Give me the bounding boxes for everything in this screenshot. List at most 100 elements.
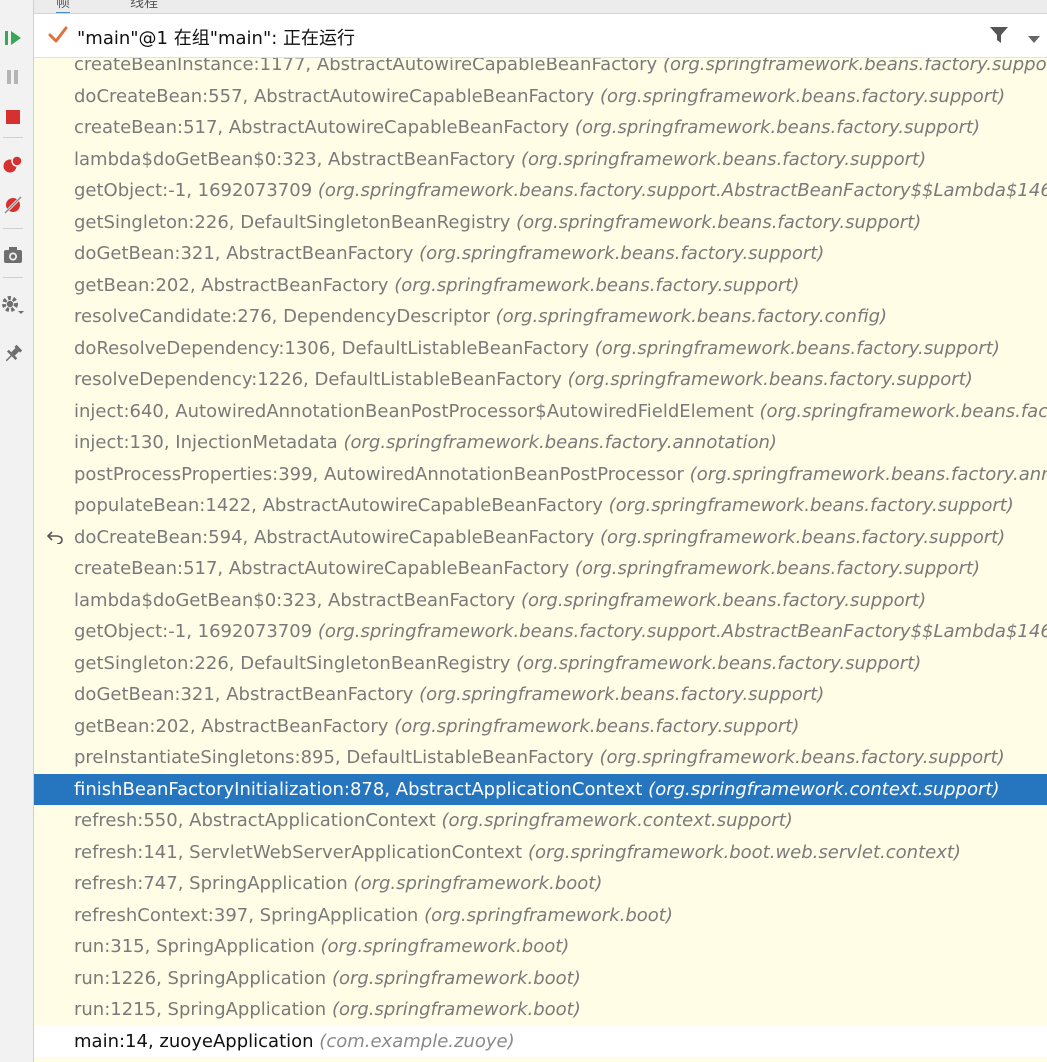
frame-method: run:1226, SpringApplication xyxy=(74,967,327,989)
frame-method: getSingleton:226, DefaultSingletonBeanRe… xyxy=(74,652,511,674)
frame-method: refresh:747, SpringApplication xyxy=(74,873,348,894)
frame-row[interactable]: lambda$doGetBean$0:323, AbstractBeanFact… xyxy=(34,585,1047,617)
frame-row[interactable]: doGetBean:321, AbstractBeanFactory (org.… xyxy=(34,679,1047,711)
frame-package: (org.springframework.beans.factory.suppo… xyxy=(520,589,927,611)
frames-container: createBeanInstance:1177, AbstractAutowir… xyxy=(34,58,1047,1057)
frame-package: (org.springframework.beans.factory.suppo… xyxy=(567,369,973,390)
frame-package: (org.springframework.beans.factory.suppo… xyxy=(419,243,825,264)
frame-row[interactable]: doCreateBean:557, AbstractAutowireCapabl… xyxy=(34,81,1047,113)
frame-row[interactable]: refresh:747, SpringApplication (org.spri… xyxy=(34,868,1047,900)
frame-package: (org.springframework.beans.factory.suppo… xyxy=(594,337,1000,359)
frame-method: getBean:202, AbstractBeanFactory xyxy=(74,274,389,296)
frame-row[interactable]: createBean:517, AbstractAutowireCapableB… xyxy=(34,112,1047,144)
frame-package: (org.springframework.beans.factory.suppo… xyxy=(599,747,1005,768)
frame-row[interactable]: getBean:202, AbstractBeanFactory (org.sp… xyxy=(34,270,1047,302)
toolbar-separator xyxy=(3,137,23,138)
frame-row[interactable]: preInstantiateSingletons:895, DefaultLis… xyxy=(34,742,1047,774)
frame-package: (org.springframework.boot.web.servlet.co… xyxy=(527,841,961,863)
frame-row[interactable]: refreshContext:397, SpringApplication (o… xyxy=(34,900,1047,932)
toolbar-separator xyxy=(3,228,23,229)
frame-row[interactable]: main:14, zuoyeApplication (com.example.z… xyxy=(34,1025,1047,1057)
frame-row[interactable]: createBean:517, AbstractAutowireCapableB… xyxy=(34,553,1047,585)
frame-method: getObject:-1, 1692073709 xyxy=(74,621,313,642)
frame-row[interactable]: inject:130, InjectionMetadata (org.sprin… xyxy=(34,427,1047,459)
frame-method: postProcessProperties:399, AutowiredAnno… xyxy=(74,463,684,485)
filter-icon[interactable] xyxy=(989,26,1009,48)
frame-method: lambda$doGetBean$0:323, AbstractBeanFact… xyxy=(74,148,516,170)
settings-icon[interactable] xyxy=(0,291,26,319)
frame-method: inject:640, AutowiredAnnotationBeanPostP… xyxy=(74,400,754,422)
frame-method: lambda$doGetBean$0:323, AbstractBeanFact… xyxy=(74,589,516,611)
frame-package: (org.springframework.beans.factory.suppo… xyxy=(662,58,1047,75)
frame-package: (org.springframework.beans.factory.suppo… xyxy=(574,558,981,579)
pause-icon[interactable] xyxy=(0,63,26,91)
mute-breakpoints-icon[interactable] xyxy=(0,191,26,219)
frame-method: getBean:202, AbstractBeanFactory xyxy=(74,715,389,737)
tab-frames[interactable]: 帧 xyxy=(56,0,70,13)
frame-package: (org.springframework.context.support) xyxy=(648,778,1000,800)
frame-package: (org.springframework.beans.factory.suppo… xyxy=(419,684,825,705)
stop-icon[interactable] xyxy=(0,103,26,131)
frame-method: getObject:-1, 1692073709 xyxy=(74,180,313,201)
frame-package: (org.springframework.beans.factory.suppo… xyxy=(516,211,922,233)
frame-method: refresh:141, ServletWebServerApplication… xyxy=(74,841,523,863)
frame-row[interactable]: run:1215, SpringApplication (org.springf… xyxy=(34,994,1047,1026)
frame-package: (org.springframework.beans.factory.suppo… xyxy=(394,715,800,737)
frame-row[interactable]: createBeanInstance:1177, AbstractAutowir… xyxy=(34,58,1047,81)
frame-row[interactable]: getObject:-1, 1692073709 (org.springfram… xyxy=(34,616,1047,648)
chevron-down-icon[interactable] xyxy=(1027,30,1041,49)
frame-row[interactable]: resolveCandidate:276, DependencyDescript… xyxy=(34,301,1047,333)
frame-row[interactable]: lambda$doGetBean$0:323, AbstractBeanFact… xyxy=(34,144,1047,176)
thread-selector[interactable]: "main"@1 在组"main": 正在运行 xyxy=(34,14,1047,58)
frame-row[interactable]: resolveDependency:1226, DefaultListableB… xyxy=(34,364,1047,396)
frame-row[interactable]: run:315, SpringApplication (org.springfr… xyxy=(34,931,1047,963)
check-icon xyxy=(48,25,68,49)
frame-method: inject:130, InjectionMetadata xyxy=(74,432,338,453)
frame-method: doGetBean:321, AbstractBeanFactory xyxy=(74,684,414,705)
frame-package: (org.springframework.beans.factory.suppo… xyxy=(516,652,922,674)
debugger-toolbar xyxy=(0,0,34,1062)
frame-row[interactable]: doCreateBean:594, AbstractAutowireCapabl… xyxy=(34,522,1047,554)
frame-row[interactable]: doGetBean:321, AbstractBeanFactory (org.… xyxy=(34,238,1047,270)
frame-package: (org.springframework.beans.factory.suppo… xyxy=(317,180,1047,201)
frame-method: createBeanInstance:1177, AbstractAutowir… xyxy=(74,58,658,75)
resume-icon[interactable] xyxy=(0,24,26,52)
frame-method: run:1215, SpringApplication xyxy=(74,999,327,1020)
frame-row[interactable]: doResolveDependency:1306, DefaultListabl… xyxy=(34,333,1047,365)
frames-list: createBeanInstance:1177, AbstractAutowir… xyxy=(34,58,1047,1062)
frame-row[interactable]: getObject:-1, 1692073709 (org.springfram… xyxy=(34,175,1047,207)
frame-package: (org.springframework.boot) xyxy=(424,904,673,926)
frame-row[interactable]: getBean:202, AbstractBeanFactory (org.sp… xyxy=(34,711,1047,743)
toolbar-separator xyxy=(3,277,23,278)
frame-row[interactable]: getSingleton:226, DefaultSingletonBeanRe… xyxy=(34,648,1047,680)
view-breakpoints-icon[interactable] xyxy=(0,151,26,179)
frame-method: createBean:517, AbstractAutowireCapableB… xyxy=(74,117,570,138)
frame-row[interactable]: inject:640, AutowiredAnnotationBeanPostP… xyxy=(34,396,1047,428)
frame-row[interactable]: postProcessProperties:399, AutowiredAnno… xyxy=(34,459,1047,491)
frame-package: (com.example.zuoye) xyxy=(319,1030,515,1052)
frame-package: (org.springframework.beans.factory.suppo… xyxy=(394,274,800,296)
camera-icon[interactable] xyxy=(0,241,26,269)
frame-method: run:315, SpringApplication xyxy=(74,936,315,957)
thread-title: "main"@1 在组"main": 正在运行 xyxy=(77,28,356,49)
frame-method: getSingleton:226, DefaultSingletonBeanRe… xyxy=(74,211,511,233)
frame-package: (org.springframework.beans.factory.suppo… xyxy=(600,85,1006,107)
frame-method: preInstantiateSingletons:895, DefaultLis… xyxy=(74,747,594,768)
frame-row[interactable]: refresh:550, AbstractApplicationContext … xyxy=(34,805,1047,837)
debugger-tab-strip: 帧 线程 xyxy=(34,0,1047,14)
frame-package: (org.springframework.beans.factory.suppo… xyxy=(574,117,981,138)
frame-package: (org.springframework.beans.factory.suppo… xyxy=(520,148,927,170)
frame-method: createBean:517, AbstractAutowireCapableB… xyxy=(74,558,570,579)
frame-method: resolveCandidate:276, DependencyDescript… xyxy=(74,306,490,327)
pin-icon[interactable] xyxy=(0,340,26,368)
tab-threads[interactable]: 线程 xyxy=(130,0,158,12)
frame-row-selected[interactable]: finishBeanFactoryInitialization:878, Abs… xyxy=(34,773,1047,805)
frame-row[interactable]: run:1226, SpringApplication (org.springf… xyxy=(34,963,1047,995)
frame-row[interactable]: refresh:141, ServletWebServerApplication… xyxy=(34,837,1047,869)
frame-package: (org.springframework.context.support) xyxy=(441,810,793,831)
frame-method: main:14, zuoyeApplication xyxy=(74,1030,314,1052)
frame-row[interactable]: populateBean:1422, AbstractAutowireCapab… xyxy=(34,490,1047,522)
frame-method: resolveDependency:1226, DefaultListableB… xyxy=(74,369,562,390)
frame-row[interactable]: getSingleton:226, DefaultSingletonBeanRe… xyxy=(34,207,1047,239)
frame-package: (org.springframework.boot) xyxy=(353,873,603,894)
